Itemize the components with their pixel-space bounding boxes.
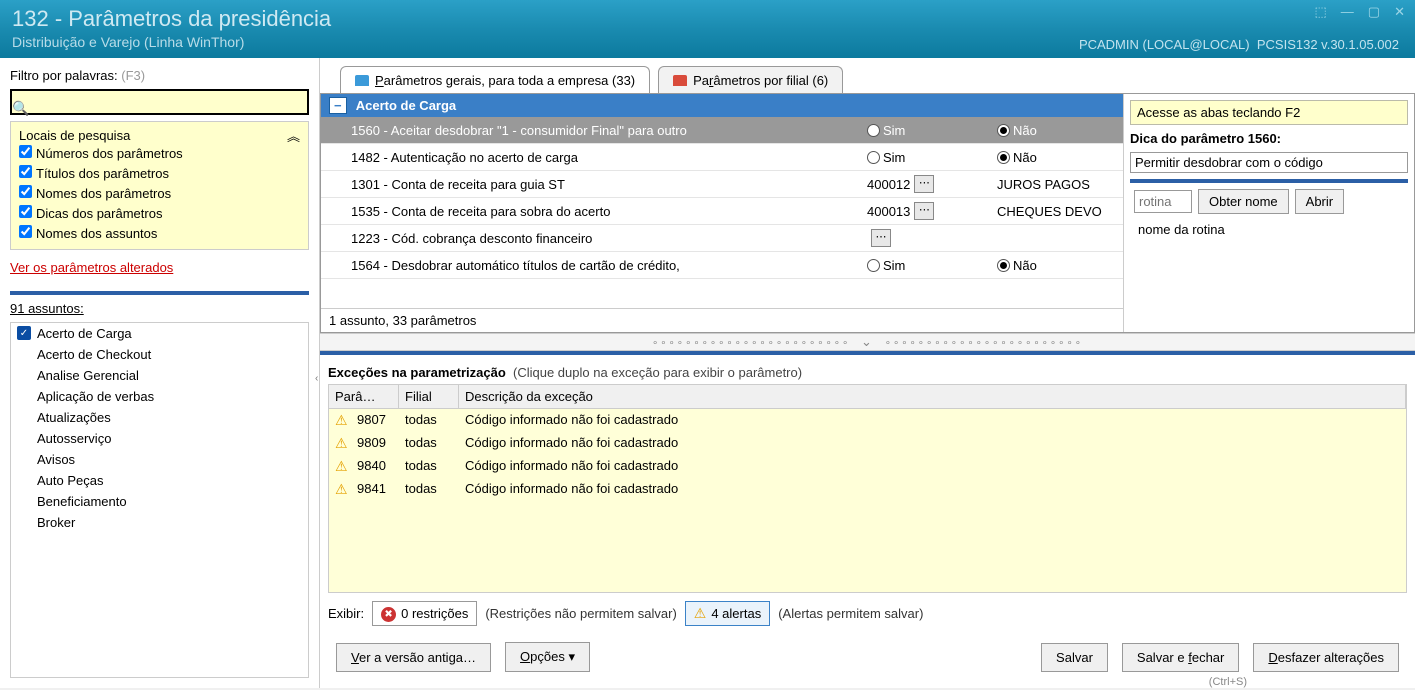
exception-row[interactable]: 9807todasCódigo informado não foi cadast…	[329, 409, 1406, 432]
hint-access: Acesse as abas teclando F2	[1130, 100, 1408, 125]
restricoes-button[interactable]: 0 restrições	[372, 601, 477, 626]
param-row[interactable]: 1301 - Conta de receita para guia ST 400…	[321, 171, 1123, 198]
collapse-icon[interactable]: ︽	[287, 126, 300, 145]
hint-body: Permitir desdobrar com o código	[1130, 152, 1408, 173]
assunto-item[interactable]: Broker	[11, 512, 308, 533]
window-title: 132 - Parâmetros da presidência	[12, 6, 1403, 32]
warning-icon	[694, 605, 707, 622]
check-titulos[interactable]: Títulos dos parâmetros	[19, 163, 300, 183]
radio-sim[interactable]: Sim	[867, 258, 905, 273]
lookup-button[interactable]: ⋯	[914, 175, 934, 193]
assuntos-count: 91 assuntos:	[10, 291, 309, 316]
radio-sim[interactable]: Sim	[867, 123, 905, 138]
assunto-item[interactable]: Analise Gerencial	[11, 365, 308, 386]
check-dicas[interactable]: Dicas dos parâmetros	[19, 203, 300, 223]
folder-blue-icon	[355, 75, 369, 86]
assunto-item[interactable]: Beneficiamento	[11, 491, 308, 512]
collapse-toggle-icon[interactable]: −	[329, 97, 347, 114]
hint-panel: Acesse as abas teclando F2 Dica do parâm…	[1124, 94, 1414, 332]
radio-sim[interactable]: Sim	[867, 150, 905, 165]
left-panel: Filtro por palavras: (F3) Locais de pesq…	[0, 58, 320, 688]
assunto-item[interactable]: Acerto de Checkout	[11, 344, 308, 365]
check-numeros[interactable]: Números dos parâmetros	[19, 143, 300, 163]
error-icon	[381, 605, 396, 622]
check-nomes[interactable]: Nomes dos parâmetros	[19, 183, 300, 203]
opcoes-button[interactable]: Opções ▾	[505, 642, 590, 672]
locais-title: Locais de pesquisa	[19, 128, 300, 143]
ver-alterados-link[interactable]: Ver os parâmetros alterados	[10, 256, 309, 285]
rotina-name: nome da rotina	[1134, 220, 1404, 239]
right-panel: ‹ Parâmetros gerais, para toda a empresa…	[320, 58, 1415, 688]
salvar-button[interactable]: Salvar	[1041, 643, 1108, 672]
warning-icon	[335, 482, 348, 497]
exception-row[interactable]: 9841todasCódigo informado não foi cadast…	[329, 478, 1406, 501]
exibir-row: Exibir: 0 restrições (Restrições não per…	[328, 593, 1407, 634]
titlebar: 132 - Parâmetros da presidência Distribu…	[0, 0, 1415, 58]
exceptions-title: Exceções na parametrização (Clique duplo…	[328, 361, 1407, 384]
abrir-button[interactable]: Abrir	[1295, 189, 1344, 214]
hint-title: Dica do parâmetro 1560:	[1130, 131, 1408, 146]
assunto-item[interactable]: Acerto de Carga	[11, 323, 308, 344]
search-icon	[12, 100, 29, 117]
group-header[interactable]: − Acerto de Carga	[321, 94, 1123, 117]
minimize-icon[interactable]: —	[1341, 4, 1354, 20]
radio-nao[interactable]: Não	[997, 123, 1037, 138]
alertas-button[interactable]: 4 alertas	[685, 601, 770, 626]
param-footer: 1 assunto, 33 parâmetros	[321, 308, 1123, 332]
param-grid: − Acerto de Carga 1560 - Aceitar desdobr…	[321, 94, 1124, 332]
assunto-item[interactable]: Avisos	[11, 449, 308, 470]
filter-label: Filtro por palavras: (F3)	[10, 68, 309, 83]
exceptions-header: Parâ… Filial Descrição da exceção	[329, 385, 1406, 409]
close-icon[interactable]: ✕	[1394, 4, 1405, 20]
param-row[interactable]: 1482 - Autenticação no acerto de carga S…	[321, 144, 1123, 171]
tab-gerais[interactable]: Parâmetros gerais, para toda a empresa (…	[340, 66, 650, 94]
salvar-fechar-button[interactable]: Salvar e fechar	[1122, 643, 1239, 672]
assuntos-list[interactable]: Acerto de Carga Acerto de Checkout Anali…	[10, 322, 309, 678]
radio-nao[interactable]: Não	[997, 150, 1037, 165]
param-row[interactable]: 1223 - Cód. cobrança desconto financeiro…	[321, 225, 1123, 252]
vertical-splitter-icon[interactable]: ‹	[315, 373, 318, 384]
assunto-item[interactable]: Aplicação de verbas	[11, 386, 308, 407]
shortcut-hint: (Ctrl+S)	[328, 676, 1407, 688]
exceptions-panel: Exceções na parametrização (Clique duplo…	[320, 351, 1415, 688]
lookup-button[interactable]: ⋯	[914, 202, 934, 220]
tab-label: arâmetros gerais, para toda a empresa (3…	[384, 73, 635, 88]
warning-icon	[335, 413, 348, 428]
desfazer-button[interactable]: Desfazer alterações	[1253, 643, 1399, 672]
param-row[interactable]: 1564 - Desdobrar automático títulos de c…	[321, 252, 1123, 279]
assunto-item[interactable]: Atualizações	[11, 407, 308, 428]
folder-red-icon	[673, 75, 687, 86]
help-icon[interactable]: ⬚	[1315, 4, 1327, 20]
chevron-down-icon[interactable]: ⌄	[855, 334, 880, 349]
param-row[interactable]: 1560 - Aceitar desdobrar "1 - consumidor…	[321, 117, 1123, 144]
exceptions-table[interactable]: Parâ… Filial Descrição da exceção 9807to…	[328, 384, 1407, 593]
rotina-input[interactable]	[1134, 190, 1192, 213]
assunto-item[interactable]: Autosserviço	[11, 428, 308, 449]
param-row[interactable]: 1535 - Conta de receita para sobra do ac…	[321, 198, 1123, 225]
warning-icon	[335, 436, 348, 451]
search-input[interactable]	[10, 89, 309, 115]
exception-row[interactable]: 9809todasCódigo informado não foi cadast…	[329, 432, 1406, 455]
obter-nome-button[interactable]: Obter nome	[1198, 189, 1289, 214]
tab-filial[interactable]: Parâmetros por filial (6)	[658, 66, 843, 94]
check-assuntos[interactable]: Nomes dos assuntos	[19, 223, 300, 243]
lookup-button[interactable]: ⋯	[871, 229, 891, 247]
exception-row[interactable]: 9840todasCódigo informado não foi cadast…	[329, 455, 1406, 478]
radio-nao[interactable]: Não	[997, 258, 1037, 273]
bottom-buttons: Ver a versão antiga… Opções ▾ Salvar Sal…	[328, 634, 1407, 676]
maximize-icon[interactable]: ▢	[1368, 4, 1380, 20]
tab-label: âmetros por filial (6)	[713, 73, 828, 88]
ver-versao-button[interactable]: Ver a versão antiga…	[336, 643, 491, 672]
warning-icon	[335, 459, 348, 474]
locais-panel: Locais de pesquisa ︽ Números dos parâmet…	[10, 121, 309, 250]
window-info: PCADMIN (LOCAL@LOCAL) PCSIS132 v.30.1.05…	[1079, 37, 1399, 52]
horizontal-splitter[interactable]: ∘∘∘∘∘∘∘∘∘∘∘∘∘∘∘∘∘∘∘∘∘∘∘∘ ⌄ ∘∘∘∘∘∘∘∘∘∘∘∘∘…	[320, 333, 1415, 351]
assunto-item[interactable]: Auto Peças	[11, 470, 308, 491]
